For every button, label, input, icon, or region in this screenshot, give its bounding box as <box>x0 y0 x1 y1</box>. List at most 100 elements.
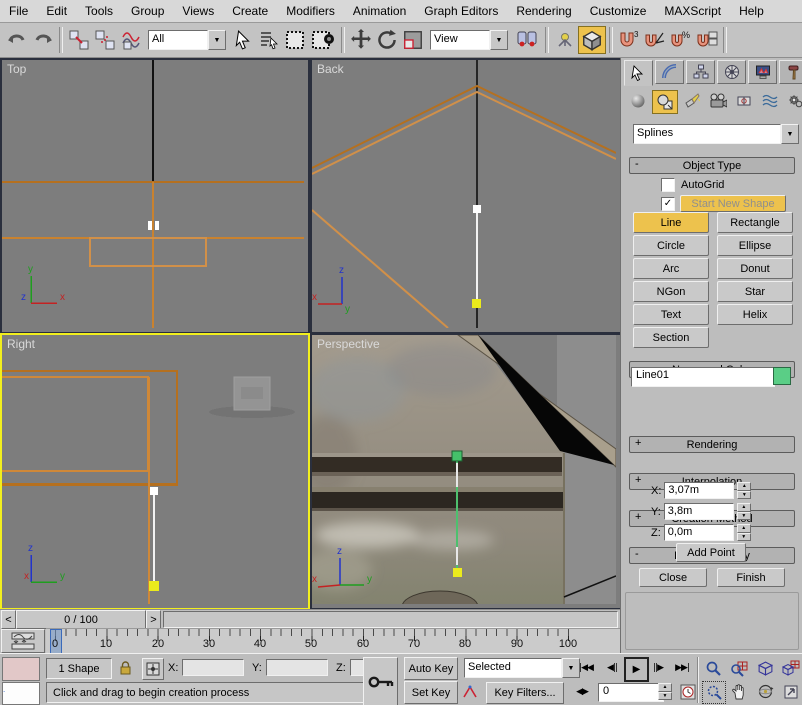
next-frame-button[interactable]: ||▶ <box>648 660 668 676</box>
coord-y-field[interactable] <box>266 659 328 676</box>
key-mode-toggle-button[interactable]: ◀▶ <box>572 685 592 699</box>
menu-animation[interactable]: Animation <box>344 1 415 21</box>
viewport-perspective-label[interactable]: Perspective <box>317 337 380 351</box>
keyboard-shortcut-override-toggle[interactable] <box>363 657 398 705</box>
snap-toggle-3d-button[interactable]: 3 <box>616 27 642 53</box>
menu-help[interactable]: Help <box>730 1 773 21</box>
select-and-scale-button[interactable] <box>400 27 426 53</box>
zoom-extents-button[interactable] <box>754 658 776 679</box>
category-geometry[interactable] <box>626 90 650 112</box>
menu-views[interactable]: Views <box>173 1 223 21</box>
button-section[interactable]: Section <box>633 327 709 348</box>
time-configuration-button[interactable] <box>678 682 698 702</box>
mini-curve-editor-button[interactable] <box>1 629 45 653</box>
time-slider-next-button[interactable]: > <box>146 610 161 629</box>
menu-rendering[interactable]: Rendering <box>507 1 580 21</box>
key-mode-dropdown[interactable]: Selected ▼ <box>464 658 580 678</box>
category-helpers[interactable] <box>732 90 756 112</box>
dropdown-arrow-icon[interactable]: ▼ <box>208 30 226 50</box>
region-zoom-button[interactable] <box>702 681 726 704</box>
new-key-default-in-out-tangents[interactable] <box>460 682 482 702</box>
arc-rotate-button[interactable] <box>754 681 776 702</box>
viewport-top[interactable]: Top y x z <box>0 58 310 334</box>
start-new-shape-checkbox[interactable]: ✓ <box>661 197 675 211</box>
menu-graph-editors[interactable]: Graph Editors <box>415 1 507 21</box>
time-slider-handle[interactable]: 0 / 100 <box>16 610 146 629</box>
min-max-toggle-button[interactable] <box>780 681 802 702</box>
selection-lock-toggle[interactable] <box>116 659 134 677</box>
category-systems[interactable] <box>784 90 802 112</box>
zoom-extents-all-button[interactable] <box>780 658 802 679</box>
set-key-button[interactable]: Set Key <box>404 681 458 704</box>
button-rectangle[interactable]: Rectangle <box>717 212 793 233</box>
viewport-top-label[interactable]: Top <box>7 62 26 76</box>
button-donut[interactable]: Donut <box>717 258 793 279</box>
tab-display[interactable] <box>748 60 777 84</box>
button-line[interactable]: Line <box>633 212 709 233</box>
menu-file[interactable]: File <box>0 1 37 21</box>
rollout-rendering-header[interactable]: + Rendering <box>629 436 795 453</box>
unlink-selection-button[interactable] <box>92 27 118 53</box>
frame-spinner[interactable]: ▲▼ <box>658 683 672 700</box>
menu-create[interactable]: Create <box>223 1 277 21</box>
select-and-manipulate-button[interactable] <box>552 27 578 53</box>
add-point-button[interactable]: Add Point <box>676 543 746 562</box>
time-slider-track[interactable] <box>163 611 618 628</box>
viewport-right[interactable]: Right z x y <box>0 333 310 610</box>
spinner-snap-toggle-button[interactable] <box>694 27 720 53</box>
track-bar[interactable]: 0 10 20 30 40 50 60 70 80 90 100 <box>46 628 620 654</box>
use-pivot-point-center-button[interactable] <box>512 27 542 53</box>
object-color-swatch[interactable] <box>773 367 791 385</box>
zoom-button[interactable] <box>702 658 724 679</box>
absolute-offset-mode-toggle[interactable] <box>142 658 164 680</box>
viewport-back[interactable]: Back z x y <box>310 58 622 334</box>
go-to-end-button[interactable]: ▶▶| <box>670 660 694 676</box>
object-name-field[interactable]: Line01 <box>631 367 775 387</box>
current-frame-field[interactable]: 0 <box>598 683 664 702</box>
button-circle[interactable]: Circle <box>633 235 709 256</box>
category-shapes[interactable] <box>652 90 678 114</box>
viewport-perspective[interactable]: Perspective <box>310 333 622 610</box>
category-space-warps[interactable] <box>758 90 782 112</box>
subcategory-dropdown[interactable]: Splines ▼ <box>633 124 799 144</box>
rectangular-selection-region-button[interactable] <box>282 27 308 53</box>
button-star[interactable]: Star <box>717 281 793 302</box>
time-slider-prev-button[interactable]: < <box>1 610 16 629</box>
pan-view-button[interactable] <box>728 681 750 702</box>
button-arc[interactable]: Arc <box>633 258 709 279</box>
start-new-shape-button[interactable]: Start New Shape <box>680 195 786 212</box>
autogrid-checkbox[interactable] <box>661 178 675 192</box>
redo-button[interactable] <box>30 27 56 53</box>
selection-filter-dropdown[interactable]: All ▼ <box>148 30 226 50</box>
previous-frame-button[interactable]: ◀|| <box>602 660 622 676</box>
select-and-move-button[interactable] <box>348 27 374 53</box>
keyboard-x-field[interactable]: 3,07m <box>664 482 734 499</box>
select-and-link-button[interactable] <box>66 27 92 53</box>
window-crossing-toggle-button[interactable] <box>308 27 338 53</box>
coord-x-field[interactable] <box>182 659 244 676</box>
close-button[interactable]: Close <box>639 568 707 587</box>
menu-edit[interactable]: Edit <box>37 1 76 21</box>
menu-maxscript[interactable]: MAXScript <box>655 1 730 21</box>
percent-snap-toggle-button[interactable]: % <box>668 27 694 53</box>
z-spinner[interactable]: ▲▼ <box>737 524 751 541</box>
tab-motion[interactable] <box>717 60 746 84</box>
menu-modifiers[interactable]: Modifiers <box>277 1 344 21</box>
dropdown-arrow-icon[interactable]: ▼ <box>781 124 799 144</box>
button-ellipse[interactable]: Ellipse <box>717 235 793 256</box>
menu-tools[interactable]: Tools <box>76 1 122 21</box>
button-helix[interactable]: Helix <box>717 304 793 325</box>
button-text[interactable]: Text <box>633 304 709 325</box>
menu-group[interactable]: Group <box>122 1 173 21</box>
snap-toggle-button[interactable] <box>578 26 606 54</box>
bind-to-space-warp-button[interactable] <box>118 27 144 53</box>
menu-customize[interactable]: Customize <box>581 1 656 21</box>
keyboard-y-field[interactable]: 3,8m <box>664 503 734 520</box>
tab-utilities[interactable] <box>779 60 802 84</box>
tab-modify[interactable] <box>655 60 684 84</box>
viewport-back-label[interactable]: Back <box>317 62 344 76</box>
go-to-start-button[interactable]: |◀◀ <box>574 660 598 676</box>
select-and-rotate-button[interactable] <box>374 27 400 53</box>
y-spinner[interactable]: ▲▼ <box>737 503 751 520</box>
angle-snap-toggle-button[interactable] <box>642 27 668 53</box>
